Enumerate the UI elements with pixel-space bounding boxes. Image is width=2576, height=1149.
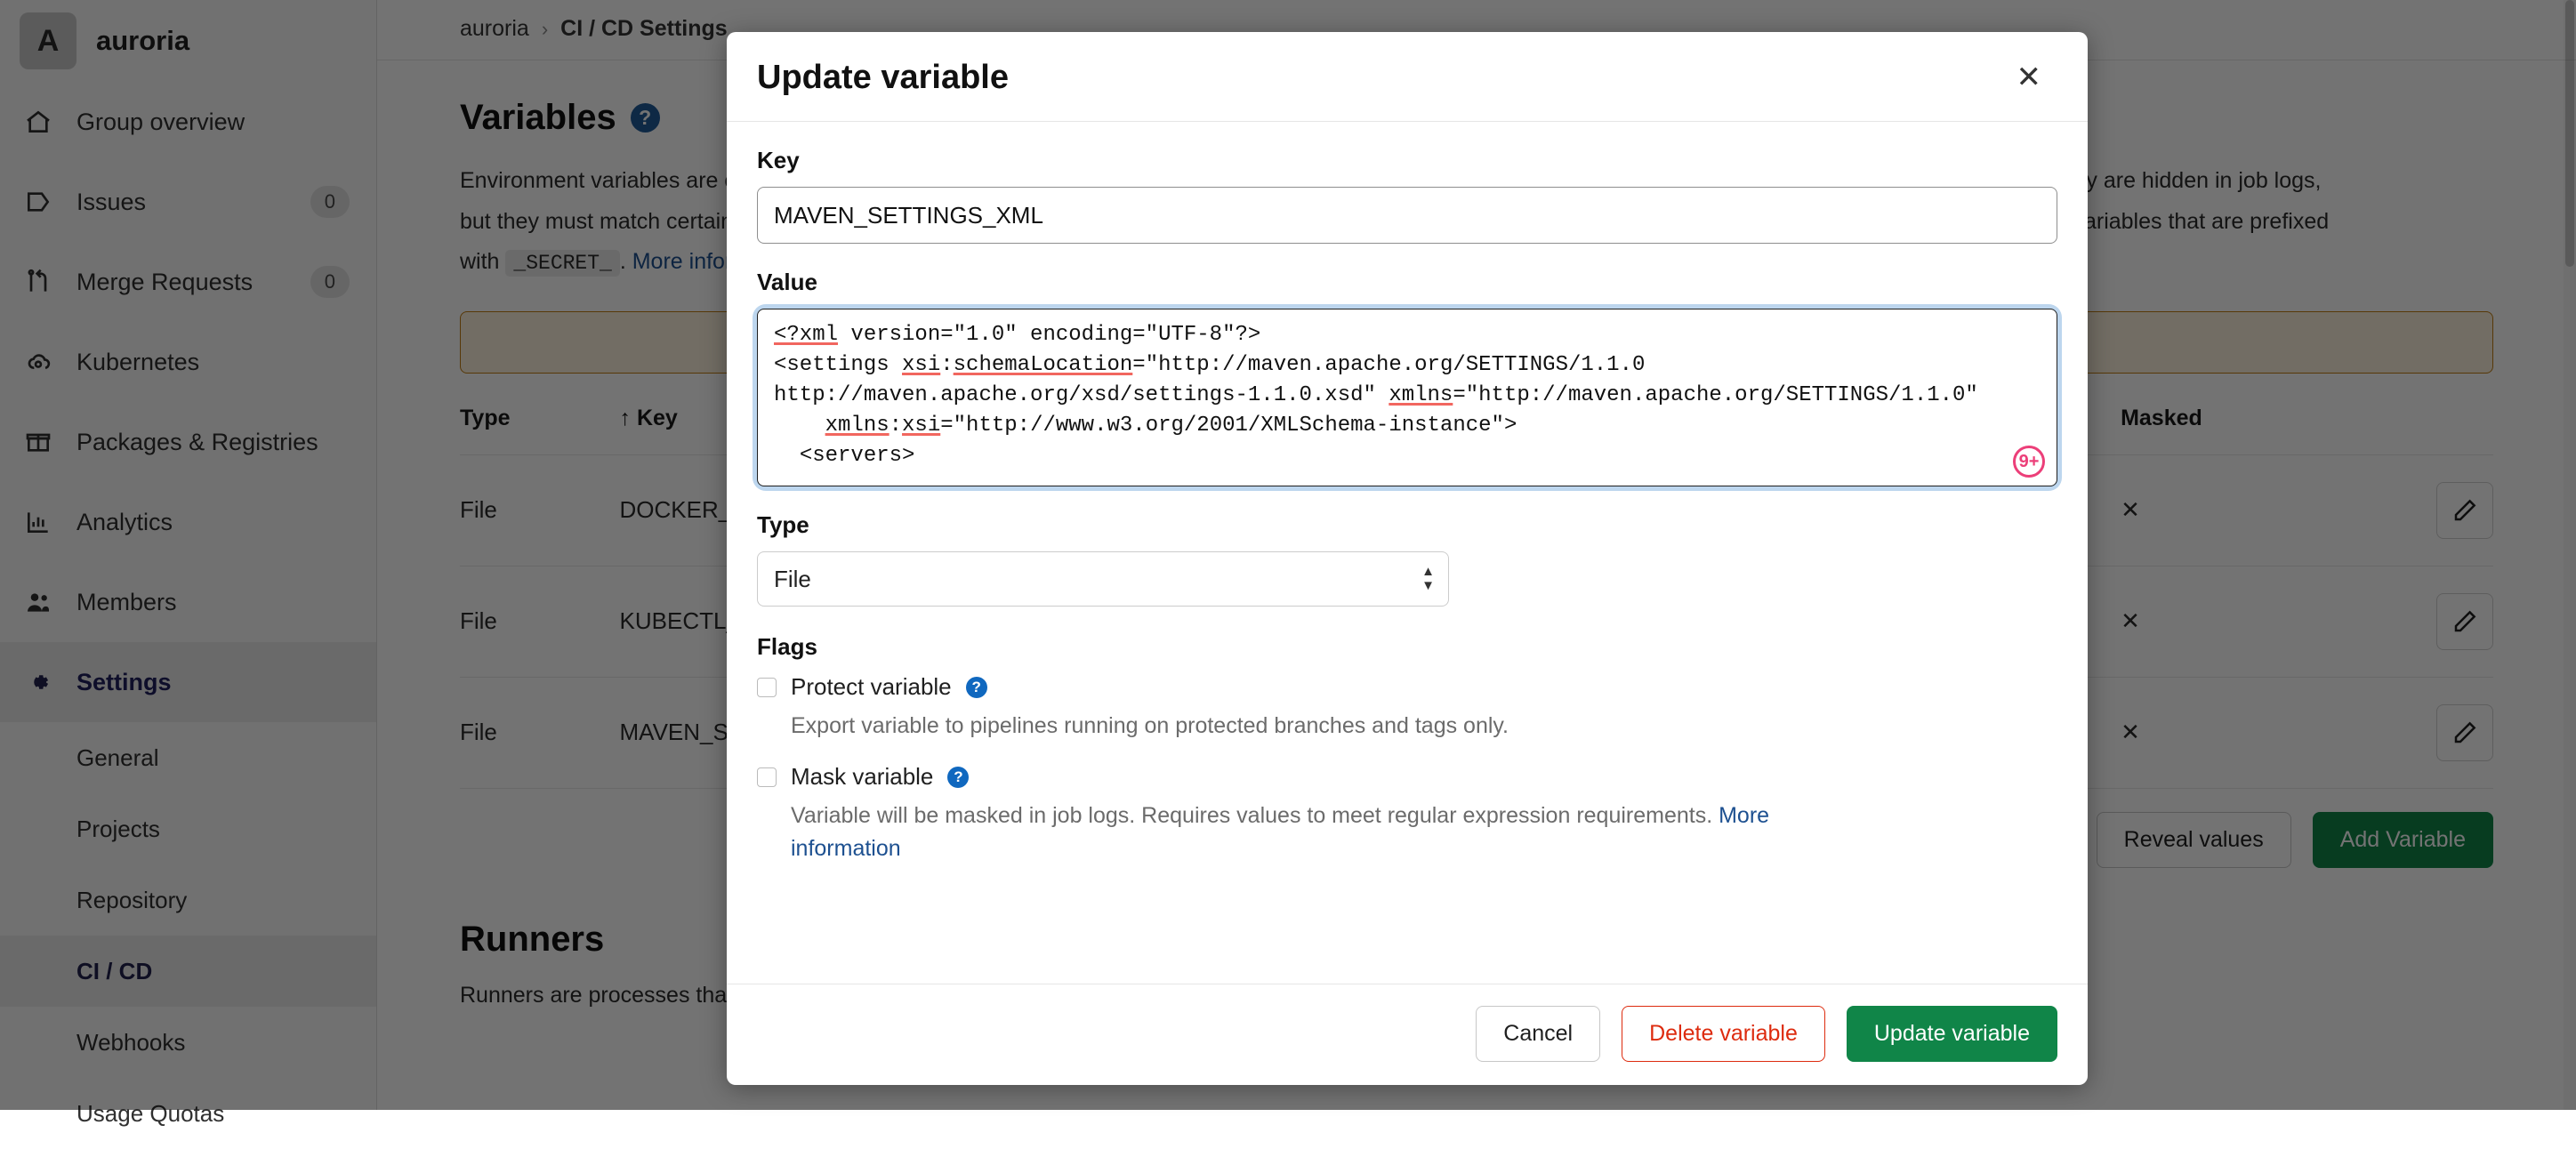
- key-field-label: Key: [757, 147, 2057, 174]
- modal-header: Update variable ✕: [727, 32, 2088, 122]
- modal-title: Update variable: [757, 59, 1009, 97]
- type-field-label: Type: [757, 511, 2057, 539]
- mask-help-icon[interactable]: ?: [947, 767, 969, 788]
- mask-variable-row[interactable]: Mask variable ?: [757, 763, 2057, 791]
- mask-description-text: Variable will be masked in job logs. Req…: [791, 803, 1719, 828]
- value-textarea[interactable]: <?xml version="1.0" encoding="UTF-8"?> <…: [757, 309, 2057, 486]
- flags-label: Flags: [757, 633, 2057, 661]
- cancel-button[interactable]: Cancel: [1476, 1006, 1600, 1062]
- protect-help-icon[interactable]: ?: [966, 677, 987, 698]
- type-select[interactable]: File: [757, 551, 1449, 607]
- grammarly-badge[interactable]: 9+: [2013, 446, 2045, 478]
- protect-variable-label: Protect variable: [791, 673, 952, 701]
- value-textarea-wrapper: <?xml version="1.0" encoding="UTF-8"?> <…: [757, 309, 2057, 486]
- protect-variable-description: Export variable to pipelines running on …: [791, 710, 1823, 742]
- delete-variable-button[interactable]: Delete variable: [1622, 1006, 1825, 1062]
- key-input[interactable]: [757, 187, 2057, 244]
- modal-body: Key Value <?xml version="1.0" encoding="…: [727, 122, 2088, 984]
- protect-variable-checkbox[interactable]: [757, 678, 777, 697]
- protect-variable-row[interactable]: Protect variable ?: [757, 673, 2057, 701]
- mask-variable-label: Mask variable: [791, 763, 933, 791]
- close-icon[interactable]: ✕: [2008, 57, 2051, 98]
- mask-variable-checkbox[interactable]: [757, 767, 777, 787]
- update-variable-button[interactable]: Update variable: [1847, 1006, 2057, 1062]
- value-field-label: Value: [757, 269, 2057, 296]
- type-select-wrapper: File ▲▼: [757, 551, 1449, 607]
- update-variable-modal: Update variable ✕ Key Value <?xml versio…: [727, 32, 2088, 1085]
- modal-footer: Cancel Delete variable Update variable: [727, 984, 2088, 1085]
- mask-variable-description: Variable will be masked in job logs. Req…: [791, 799, 1823, 864]
